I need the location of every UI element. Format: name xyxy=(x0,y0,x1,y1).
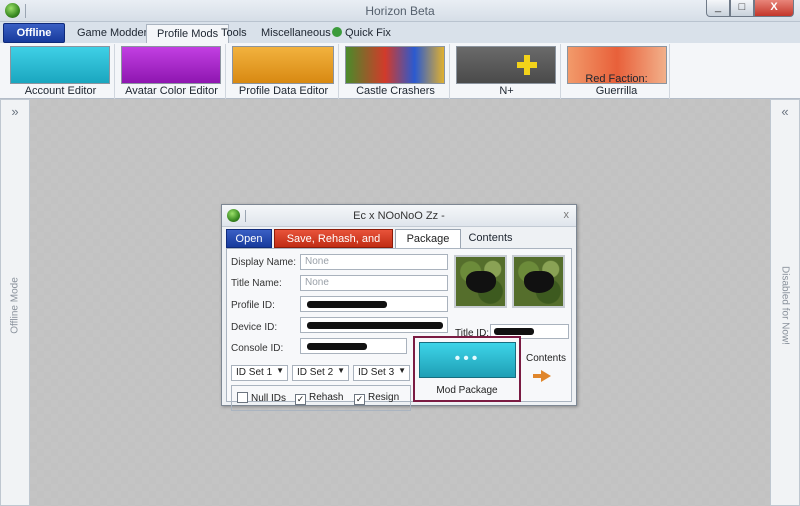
ribbon-account-editor[interactable]: Account Editor xyxy=(7,44,115,99)
redacted-value xyxy=(307,322,443,329)
title-bar: Horizon Beta _ □ X xyxy=(0,0,800,22)
chevron-down-icon: ▼ xyxy=(276,366,284,375)
dialog-close-button[interactable]: x xyxy=(564,209,570,221)
dropdown-value: ID Set 3 xyxy=(358,367,395,378)
castle-crashers-icon xyxy=(345,46,445,84)
close-button[interactable]: X xyxy=(754,0,794,17)
dropdown-value: ID Set 2 xyxy=(297,367,334,378)
window-title: Horizon Beta xyxy=(365,4,435,18)
contents-label: Contents xyxy=(525,353,567,364)
chevron-down-icon: ▼ xyxy=(398,366,406,375)
tab-quick-fix-label: Quick Fix xyxy=(345,27,391,39)
save-rehash-resign-button[interactable]: Save, Rehash, and Resign xyxy=(274,229,393,263)
contents-button[interactable]: Contents xyxy=(523,353,569,382)
expand-arrow-icon[interactable]: » xyxy=(1,104,29,119)
ribbon-red-faction-guerrilla[interactable]: Red Faction: Guerrilla xyxy=(564,44,670,99)
ribbon-profile-data-editor[interactable]: Profile Data Editor xyxy=(229,44,339,99)
device-id-label: Device ID: xyxy=(231,322,278,333)
ribbon-label: Account Editor xyxy=(24,85,97,97)
disabled-label: Disabled for Now! xyxy=(779,266,791,345)
window-controls: _ □ X xyxy=(706,0,794,17)
tab-offline[interactable]: Offline xyxy=(3,23,65,43)
dialog-title: Ec x NOoNoO Zz - xyxy=(353,210,445,222)
checkmark-icon: ✓ xyxy=(295,394,306,405)
ribbon-label: Castle Crashers xyxy=(356,85,435,97)
quick-fix-icon xyxy=(332,27,342,37)
resign-checkbox[interactable]: ✓ Resign xyxy=(354,392,399,405)
title-name-field[interactable]: None xyxy=(300,275,448,291)
device-id-field[interactable] xyxy=(300,317,448,333)
checkbox-group: Null IDs ✓ Rehash ✓ Resign xyxy=(231,385,411,411)
maximize-button[interactable]: □ xyxy=(730,0,754,17)
profile-id-label: Profile ID: xyxy=(231,300,275,311)
profile-data-editor-icon xyxy=(232,46,334,84)
offline-mode-label: Offline Mode xyxy=(9,277,21,334)
mod-package-button[interactable]: ••• xyxy=(419,342,516,378)
redacted-value xyxy=(307,343,367,350)
arrow-right-icon xyxy=(533,370,551,382)
collapse-arrow-icon[interactable]: « xyxy=(771,104,799,119)
checkbox-label: Resign xyxy=(368,392,400,403)
tab-contents[interactable]: Contents xyxy=(463,229,518,248)
chevron-down-icon: ▼ xyxy=(337,366,345,375)
checkbox-box xyxy=(237,392,248,403)
dialog-title-bar: Ec x NOoNoO Zz - x xyxy=(222,205,576,227)
ribbon-label: Red Faction: Guerrilla xyxy=(585,73,648,97)
controller-icon xyxy=(466,271,496,293)
ribbon: Account Editor Avatar Color Editor Profi… xyxy=(0,43,800,99)
left-sidebar[interactable]: » Offline Mode xyxy=(0,99,30,506)
display-name-label: Display Name: xyxy=(231,257,297,268)
account-editor-icon xyxy=(10,46,110,84)
minimize-button[interactable]: _ xyxy=(706,0,730,17)
ribbon-label: N+ xyxy=(499,85,514,97)
dropdown-value: ID Set 1 xyxy=(236,367,273,378)
checkbox-label: Rehash xyxy=(309,392,344,403)
gamer-picture-1[interactable] xyxy=(454,255,507,308)
ribbon-avatar-color-editor[interactable]: Avatar Color Editor xyxy=(118,44,226,99)
console-id-label: Console ID: xyxy=(231,343,284,354)
title-name-label: Title Name: xyxy=(231,278,282,289)
right-sidebar[interactable]: « Disabled for Now! xyxy=(770,99,800,506)
ribbon-label: Profile Data Editor xyxy=(238,85,329,97)
ribbon-label: Avatar Color Editor xyxy=(125,85,218,97)
package-info-panel: Display Name: None Title Name: None Prof… xyxy=(226,248,572,411)
avatar-color-editor-icon xyxy=(121,46,221,84)
redacted-value xyxy=(494,328,534,335)
open-button[interactable]: Open xyxy=(226,229,272,248)
gamer-picture-2[interactable] xyxy=(512,255,565,308)
tab-package-info[interactable]: Package Info xyxy=(395,229,461,263)
redacted-value xyxy=(307,301,387,308)
profile-id-field[interactable] xyxy=(300,296,448,312)
checkbox-label: Null IDs xyxy=(251,393,287,404)
ribbon-castle-crashers[interactable]: Castle Crashers xyxy=(342,44,450,99)
id-set-1-dropdown[interactable]: ID Set 1 ▼ xyxy=(231,365,288,381)
package-dialog: Ec x NOoNoO Zz - x Open Save, Rehash, an… xyxy=(221,204,577,411)
mod-package-label: Mod Package xyxy=(436,385,498,396)
n-plus-icon xyxy=(456,46,556,84)
ribbon-n-plus[interactable]: N+ xyxy=(453,44,561,99)
console-id-field[interactable] xyxy=(300,338,407,354)
checkmark-icon: ✓ xyxy=(354,394,365,405)
main-tab-bar: Offline Game Modders Profile Mods Tools … xyxy=(0,22,800,43)
display-name-field[interactable]: None xyxy=(300,254,448,270)
tab-quick-fix[interactable]: Quick Fix xyxy=(322,24,401,43)
rehash-checkbox[interactable]: ✓ Rehash xyxy=(295,392,343,405)
id-set-2-dropdown[interactable]: ID Set 2 ▼ xyxy=(292,365,349,381)
null-ids-checkbox[interactable]: Null IDs xyxy=(237,392,286,404)
id-set-3-dropdown[interactable]: ID Set 3 ▼ xyxy=(353,365,410,381)
controller-icon xyxy=(524,271,554,293)
plus-icon xyxy=(517,55,537,75)
mod-package-box: ••• Mod Package xyxy=(413,336,521,402)
tab-tools[interactable]: Tools xyxy=(211,24,257,43)
